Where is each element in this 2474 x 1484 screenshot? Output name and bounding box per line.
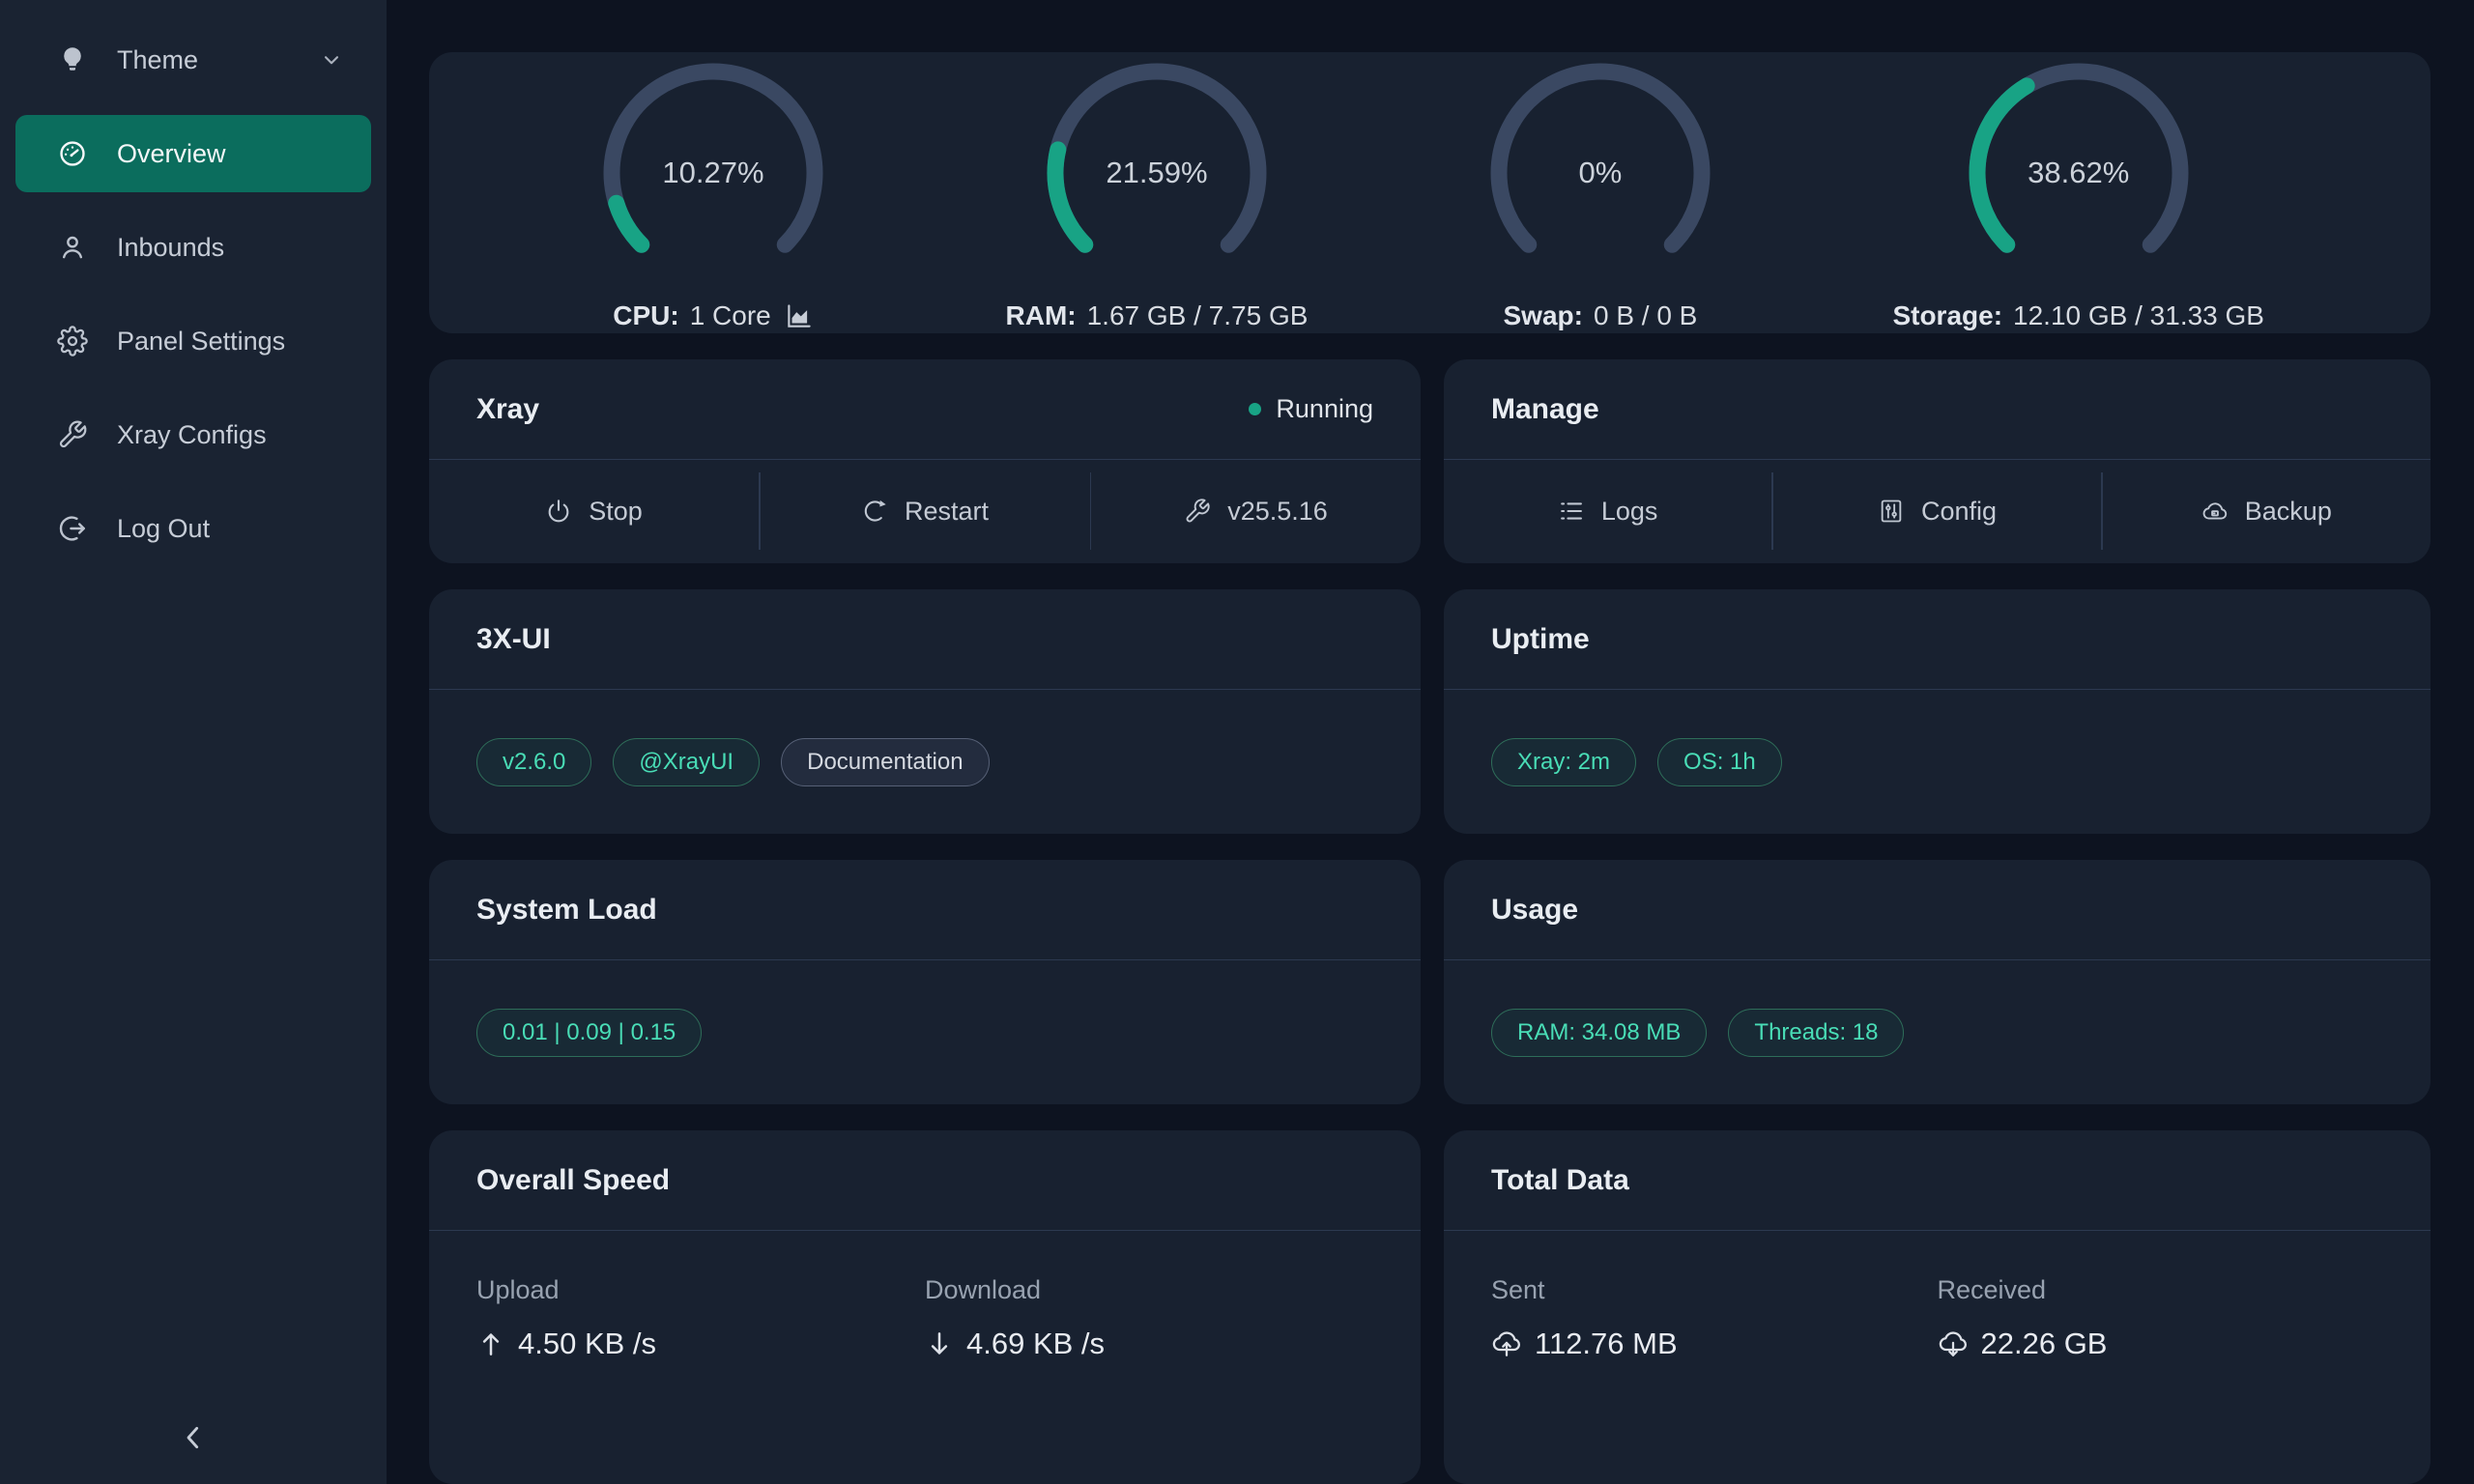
sent-stat: Sent 112.76 MB [1491, 1275, 1938, 1361]
sidebar-item-label: Theme [117, 45, 198, 75]
status-dot [1249, 403, 1261, 415]
user-icon [56, 231, 89, 264]
cpu-label: CPU:1 Core [613, 300, 814, 331]
backup-button[interactable]: Backup [2103, 460, 2431, 562]
sent-value: 112.76 MB [1535, 1327, 1678, 1361]
manage-card-title: Manage [1491, 393, 1599, 426]
stat-label: Received [1938, 1275, 2384, 1305]
sidebar-item-overview[interactable]: Overview [15, 115, 371, 192]
cloud-download-icon [1938, 1328, 1969, 1359]
overall-speed-card: Overall Speed Upload 4.50 KB /s [429, 1130, 1421, 1484]
storage-percent: 38.62% [1961, 55, 2197, 291]
sidebar-item-label: Inbounds [117, 233, 224, 263]
xray-uptime-tag: Xray: 2m [1491, 738, 1636, 786]
swap-gauge: 0% Swap:0 B / 0 B [1482, 55, 1718, 331]
restart-button[interactable]: Restart [761, 460, 1090, 562]
cloud-upload-icon [1491, 1328, 1522, 1359]
uptime-card: Uptime Xray: 2m OS: 1h [1444, 589, 2431, 834]
logout-icon [56, 512, 89, 545]
version-tag[interactable]: v2.6.0 [476, 738, 591, 786]
uptime-card-title: Uptime [1491, 623, 1590, 656]
ram-label: RAM:1.67 GB / 7.75 GB [1006, 300, 1309, 331]
chevron-down-icon [319, 47, 344, 72]
ram-gauge: 21.59% RAM:1.67 GB / 7.75 GB [1006, 55, 1309, 331]
xui-card-title: 3X-UI [476, 623, 551, 656]
download-value: 4.69 KB /s [966, 1327, 1105, 1361]
sidebar-nav: Theme Overview [0, 0, 387, 567]
sidebar-item-panel-settings[interactable]: Panel Settings [15, 302, 371, 380]
sidebar-item-label: Panel Settings [117, 327, 285, 357]
action-label: Stop [589, 497, 643, 527]
load-average-tag: 0.01 | 0.09 | 0.15 [476, 1009, 702, 1057]
action-label: Config [1921, 497, 1997, 527]
xray-card-title: Xray [476, 393, 539, 426]
stat-label: Sent [1491, 1275, 1938, 1305]
usage-card: Usage RAM: 34.08 MB Threads: 18 [1444, 860, 2431, 1104]
action-label: Logs [1601, 497, 1658, 527]
xray-card: Xray Running Stop [429, 359, 1421, 563]
received-value: 22.26 GB [1981, 1327, 2108, 1361]
received-stat: Received 22.26 GB [1938, 1275, 2384, 1361]
sidebar-item-log-out[interactable]: Log Out [15, 490, 371, 567]
arrow-down-icon [925, 1329, 954, 1358]
xray-status: Running [1249, 394, 1373, 424]
upload-value: 4.50 KB /s [518, 1327, 656, 1361]
bulb-icon [56, 43, 89, 76]
cpu-percent: 10.27% [595, 55, 831, 291]
sidebar-item-label: Overview [117, 139, 226, 169]
usage-title: Usage [1491, 894, 1578, 927]
xray-version-button[interactable]: v25.5.16 [1091, 460, 1421, 562]
swap-percent: 0% [1482, 55, 1718, 291]
stop-button[interactable]: Stop [429, 460, 759, 562]
status-text: Running [1276, 394, 1373, 424]
restart-icon [861, 498, 888, 525]
ram-usage-tag: RAM: 34.08 MB [1491, 1009, 1707, 1057]
xrayui-tag[interactable]: @XrayUI [613, 738, 760, 786]
sidebar-item-theme[interactable]: Theme [15, 21, 371, 99]
manage-card: Manage Logs [1444, 359, 2431, 563]
sliders-icon [1878, 498, 1905, 525]
total-data-title: Total Data [1491, 1164, 1629, 1197]
storage-gauge: 38.62% Storage:12.10 GB / 31.33 GB [1892, 55, 2264, 331]
stat-label: Download [925, 1275, 1373, 1305]
sidebar-item-inbounds[interactable]: Inbounds [15, 209, 371, 286]
main-content: 10.27% CPU:1 Core 21.59% [387, 0, 2474, 1484]
power-icon [545, 498, 572, 525]
cloud-server-icon [2201, 498, 2229, 525]
download-stat: Download 4.69 KB /s [925, 1275, 1373, 1361]
chevron-left-icon [174, 1418, 213, 1457]
swap-label: Swap:0 B / 0 B [1504, 300, 1698, 331]
wrench-icon [56, 418, 89, 451]
list-icon [1558, 498, 1585, 525]
config-button[interactable]: Config [1773, 460, 2101, 562]
storage-label: Storage:12.10 GB / 31.33 GB [1892, 300, 2264, 331]
stat-label: Upload [476, 1275, 925, 1305]
area-chart-icon[interactable] [785, 301, 814, 330]
action-label: v25.5.16 [1227, 497, 1328, 527]
os-uptime-tag: OS: 1h [1657, 738, 1782, 786]
logs-button[interactable]: Logs [1444, 460, 1771, 562]
wrench-icon [1184, 498, 1211, 525]
cpu-gauge: 10.27% CPU:1 Core [595, 55, 831, 331]
arrow-up-icon [476, 1329, 505, 1358]
sidebar-item-xray-configs[interactable]: Xray Configs [15, 396, 371, 473]
sidebar-collapse-button[interactable] [0, 1413, 387, 1463]
action-label: Backup [2245, 497, 2332, 527]
sidebar: Theme Overview [0, 0, 387, 1484]
xui-card: 3X-UI v2.6.0 @XrayUI Documentation [429, 589, 1421, 834]
ram-percent: 21.59% [1039, 55, 1275, 291]
threads-tag: Threads: 18 [1728, 1009, 1904, 1057]
total-data-card: Total Data Sent 112.76 MB [1444, 1130, 2431, 1484]
documentation-tag[interactable]: Documentation [781, 738, 989, 786]
sidebar-item-label: Xray Configs [117, 420, 267, 450]
dashboard-icon [56, 137, 89, 170]
system-load-card: System Load 0.01 | 0.09 | 0.15 [429, 860, 1421, 1104]
system-gauges-card: 10.27% CPU:1 Core 21.59% [429, 52, 2431, 333]
upload-stat: Upload 4.50 KB /s [476, 1275, 925, 1361]
sidebar-item-label: Log Out [117, 514, 210, 544]
gear-icon [56, 325, 89, 357]
overall-speed-title: Overall Speed [476, 1164, 670, 1197]
system-load-title: System Load [476, 894, 657, 927]
action-label: Restart [905, 497, 989, 527]
